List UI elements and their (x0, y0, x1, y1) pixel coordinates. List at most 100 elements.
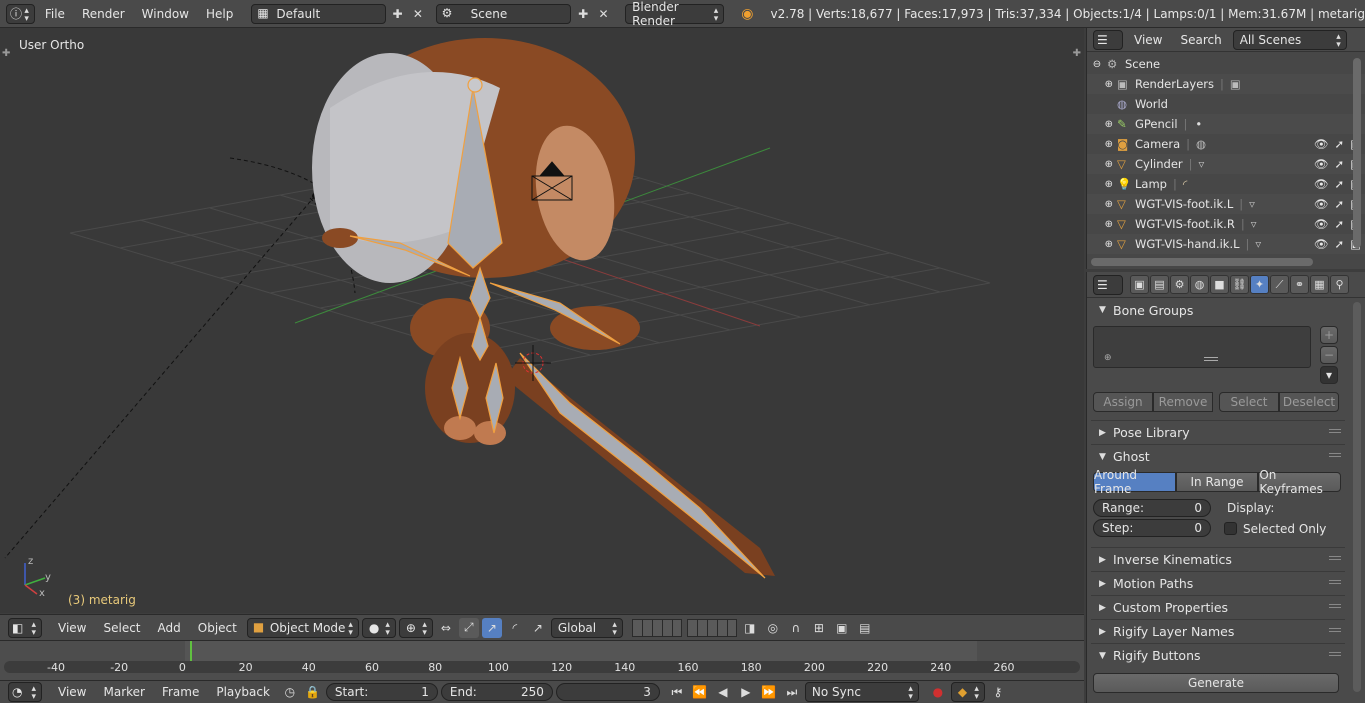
panel-custom-properties[interactable]: ▶ Custom Properties (1091, 595, 1345, 619)
visibility-eye-icon[interactable]: 👁 (1314, 197, 1329, 211)
menu-file[interactable]: File (38, 4, 72, 24)
expand-icon[interactable]: ⊕ (1087, 139, 1113, 150)
remove-scene-icon[interactable]: ✕ (595, 4, 612, 24)
timeline-editor[interactable]: -40 -20 0 20 40 60 80 100 120 140 160 180 200 220 240 2… (0, 640, 1084, 680)
start-frame-field[interactable]: Start: 1 (325, 683, 438, 701)
ghost-in-range-option[interactable]: In Range (1175, 472, 1259, 492)
select-arrow-icon[interactable]: ➚ (1334, 137, 1344, 151)
proportional-edit-icon[interactable]: ◎ (763, 618, 783, 638)
manipulator-scale-icon[interactable]: ◜ (505, 618, 525, 638)
add-layout-icon[interactable]: ✚ (389, 4, 406, 24)
expand-icon[interactable]: ⊕ (1087, 159, 1113, 170)
viewport-shading-dropdown[interactable]: ● ▴ ▾ (361, 617, 396, 638)
panel-ghost[interactable]: ▼ Ghost (1091, 444, 1345, 468)
expand-icon[interactable]: ⊕ (1087, 239, 1113, 250)
properties-scrollbar[interactable] (1353, 302, 1361, 692)
current-frame-field[interactable]: 3 (555, 683, 660, 701)
keying-set-dropdown[interactable]: ◆ ▴ ▾ (950, 682, 985, 702)
ghost-range-field[interactable]: Range: 0 (1093, 499, 1211, 517)
bone-group-specials-icon[interactable]: ▾ (1320, 366, 1338, 384)
panel-rigify-layer-names[interactable]: ▶ Rigify Layer Names (1091, 619, 1345, 643)
outliner-item-scene[interactable]: ⊖ ⚙ Scene (1087, 54, 1365, 74)
visibility-eye-icon[interactable]: 👁 (1314, 137, 1329, 151)
tab-world-icon[interactable]: ◍ (1190, 275, 1209, 294)
menu-timeline-view[interactable]: View (51, 682, 93, 702)
outliner-menu-search[interactable]: Search (1173, 30, 1228, 50)
render-preview-icon[interactable]: ▣ (832, 618, 852, 638)
interaction-mode-dropdown[interactable]: ■ Object Mode ▴ ▾ (246, 617, 359, 638)
play-icon[interactable]: ▶ (736, 682, 756, 702)
transform-orientation-dropdown[interactable]: Global ▴ ▾ (550, 617, 623, 638)
add-scene-icon[interactable]: ✚ (574, 4, 591, 24)
scene-selector[interactable]: ⚙ Scene (435, 3, 572, 24)
manipulator-rotate-icon[interactable]: ↗ (481, 617, 502, 638)
outliner-item-gpencil[interactable]: ⊕ ✎ GPencil | • (1087, 114, 1365, 134)
jump-prev-key-icon[interactable]: ⏪ (690, 682, 710, 702)
editor-type-properties-dropdown[interactable]: ☰ (1093, 274, 1123, 295)
expand-icon[interactable]: ⊕ (1087, 199, 1113, 210)
outliner-menu-view[interactable]: View (1127, 30, 1169, 50)
outliner-hscrollbar[interactable] (1091, 258, 1313, 266)
visibility-eye-icon[interactable]: 👁 (1314, 157, 1329, 171)
assign-button[interactable]: Assign (1093, 392, 1153, 412)
deselect-button[interactable]: Deselect (1279, 392, 1339, 412)
keyframe-insert-icon[interactable]: ⚷ (988, 682, 1008, 702)
timeline-scrollbar[interactable] (4, 661, 1080, 673)
expand-icon[interactable]: ⊕ (1087, 119, 1113, 130)
menu-frame[interactable]: Frame (155, 682, 206, 702)
select-arrow-icon[interactable]: ➚ (1334, 237, 1344, 251)
ghost-on-keyframes-option[interactable]: On Keyframes (1258, 468, 1342, 496)
layer-buttons-a[interactable] (631, 618, 682, 637)
record-icon[interactable]: ● (928, 682, 948, 702)
manipulator-translate-icon[interactable]: ⤢ (458, 617, 479, 638)
render-engine-dropdown[interactable]: Blender Render ▴ ▾ (625, 0, 725, 28)
lock-layers-icon[interactable]: ◨ (740, 618, 760, 638)
outliner-display-mode-dropdown[interactable]: All Scenes ▴ ▾ (1232, 29, 1347, 50)
tab-armature-icon[interactable]: ✦ (1250, 275, 1269, 294)
outliner-item-world[interactable]: ◍ World (1087, 94, 1365, 114)
visibility-eye-icon[interactable]: 👁 (1314, 177, 1329, 191)
tab-render-icon[interactable]: ▣ (1130, 275, 1149, 294)
end-frame-field[interactable]: End: 250 (440, 683, 553, 701)
panel-bone-groups[interactable]: ▼ Bone Groups (1091, 298, 1345, 322)
editor-type-info-dropdown[interactable]: ⓘ ▴ ▾ (6, 3, 35, 24)
list-resize-handle[interactable] (1204, 357, 1218, 361)
menu-add[interactable]: Add (151, 618, 188, 638)
pivot-point-dropdown[interactable]: ⊕ ▴ ▾ (398, 617, 433, 638)
menu-object[interactable]: Object (191, 618, 244, 638)
visibility-eye-icon[interactable]: 👁 (1314, 217, 1329, 231)
sync-mode-dropdown[interactable]: No Sync ▴ ▾ (804, 682, 919, 702)
select-button[interactable]: Select (1219, 392, 1279, 412)
tab-scene-icon[interactable]: ⚙ (1170, 275, 1189, 294)
menu-select[interactable]: Select (96, 618, 147, 638)
tab-constraints-icon[interactable]: ⛓ (1230, 275, 1249, 294)
collapse-icon[interactable]: ⊖ (1087, 59, 1107, 70)
3d-viewport[interactable]: z y x User Ortho (3) metarig ✚ ✚ (0, 28, 1084, 613)
panel-inverse-kinematics[interactable]: ▶ Inverse Kinematics (1091, 547, 1345, 571)
select-arrow-icon[interactable]: ➚ (1334, 197, 1344, 211)
bone-groups-list[interactable]: ⊕ (1093, 326, 1311, 368)
tab-texture-icon[interactable]: ▦ (1310, 275, 1329, 294)
menu-playback[interactable]: Playback (209, 682, 277, 702)
editor-type-outliner-dropdown[interactable]: ☰ (1093, 29, 1123, 50)
lock-time-icon[interactable]: 🔒 (303, 682, 323, 702)
add-bone-group-button[interactable]: + (1320, 326, 1338, 344)
remove-layout-icon[interactable]: ✕ (409, 4, 426, 24)
menu-view[interactable]: View (51, 618, 93, 638)
outliner-item-wgt-hand-l[interactable]: ⊕ ▽ WGT-VIS-hand.ik.L | ▿ 👁➚▣ (1087, 234, 1365, 254)
menu-help[interactable]: Help (199, 4, 240, 24)
opengl-render-icon[interactable]: ▤ (855, 618, 875, 638)
select-arrow-icon[interactable]: ➚ (1334, 157, 1344, 171)
ghost-step-field[interactable]: Step: 0 (1093, 519, 1211, 537)
outliner-vscrollbar[interactable] (1353, 58, 1361, 248)
jump-next-key-icon[interactable]: ⏩ (759, 682, 779, 702)
panel-motion-paths[interactable]: ▶ Motion Paths (1091, 571, 1345, 595)
expand-icon[interactable]: ⊕ (1087, 79, 1113, 90)
tab-object-icon[interactable]: ■ (1210, 275, 1229, 294)
select-arrow-icon[interactable]: ➚ (1334, 217, 1344, 231)
editor-type-timeline-dropdown[interactable]: ◔ ▴ ▾ (8, 682, 42, 702)
outliner-item-cylinder[interactable]: ⊕ ▽ Cylinder | ▿ 👁➚▣ (1087, 154, 1365, 174)
jump-end-icon[interactable]: ⏭ (782, 682, 802, 702)
menu-render[interactable]: Render (75, 4, 132, 24)
outliner-item-renderlayers[interactable]: ⊕ ▣ RenderLayers | ▣ (1087, 74, 1365, 94)
